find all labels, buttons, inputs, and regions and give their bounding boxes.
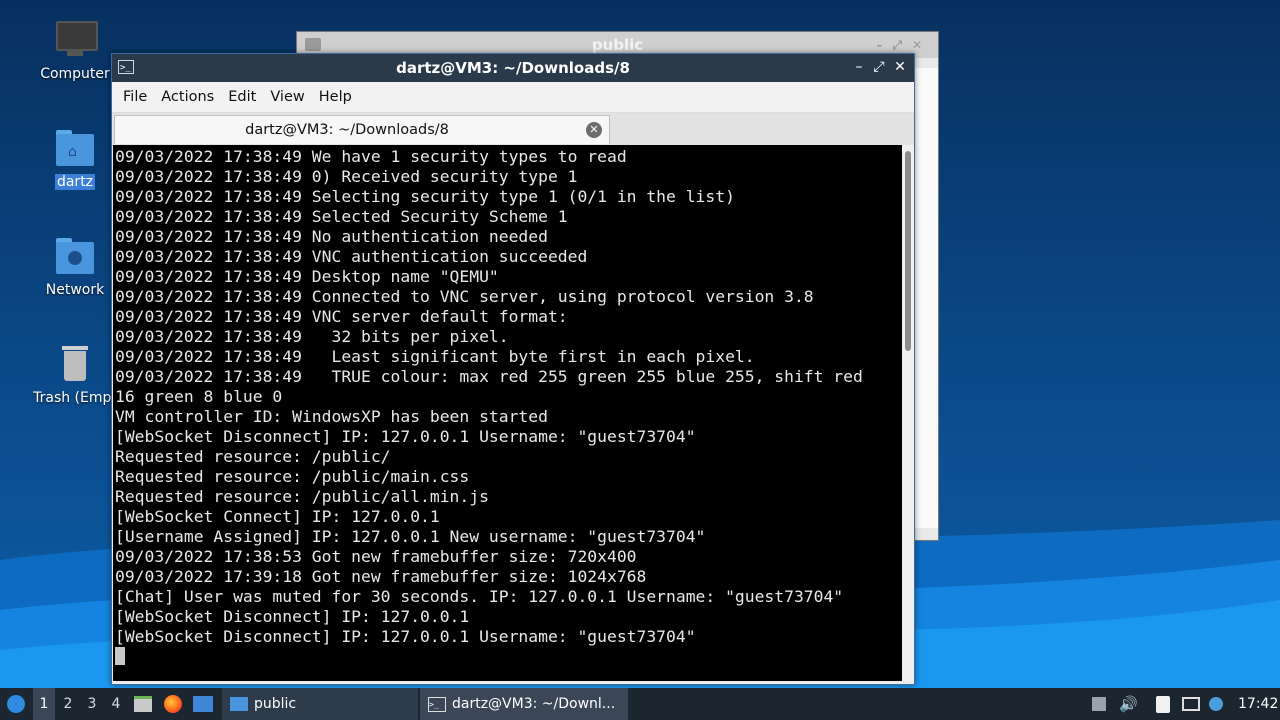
terminal-line: Requested resource: /public/ — [115, 447, 391, 466]
desktop-icon-label: Computer — [40, 66, 110, 82]
desktop-icon-label: Network — [45, 282, 105, 298]
terminal-line: 09/03/2022 17:38:49 Selected Security Sc… — [115, 207, 568, 226]
terminal-line: Requested resource: /public/main.css — [115, 467, 470, 486]
folder-icon — [230, 697, 248, 711]
terminal-line: 09/03/2022 17:38:49 VNC authentication s… — [115, 247, 588, 266]
terminal-icon: >_ — [428, 696, 446, 712]
desktop-icon-computer[interactable]: Computer — [30, 18, 120, 82]
menu-bar: File Actions Edit View Help — [112, 82, 914, 113]
file-manager-launcher[interactable] — [134, 688, 154, 720]
terminal-tab-label: dartz@VM3: ~/Downloads/8 — [245, 122, 449, 138]
menu-help[interactable]: Help — [312, 89, 359, 105]
workspace-2[interactable]: 2 — [57, 688, 79, 720]
close-tab-icon[interactable]: ✕ — [586, 122, 602, 138]
firefox-icon — [164, 695, 182, 713]
terminal-line: VM controller ID: WindowsXP has been sta… — [115, 407, 548, 426]
tab-bar: dartz@VM3: ~/Downloads/8 ✕ — [112, 113, 914, 146]
desktop-icon-label: dartz — [54, 174, 96, 190]
clipboard-icon[interactable] — [1156, 688, 1176, 720]
terminal-line: 16 green 8 blue 0 — [115, 387, 283, 406]
terminal-window[interactable]: >_ dartz@VM3: ~/Downloads/8 – ⤢ ✕ File A… — [111, 53, 915, 685]
file-manager-side-panel — [913, 68, 938, 528]
terminal-line: [Username Assigned] IP: 127.0.0.1 New us… — [115, 527, 706, 546]
network-tray-icon[interactable] — [1182, 688, 1204, 720]
tray-expand-icon[interactable] — [1092, 688, 1110, 720]
task-label: public — [254, 696, 297, 712]
network-folder-icon — [53, 234, 97, 278]
menu-edit[interactable]: Edit — [221, 89, 263, 105]
update-notifier-icon[interactable] — [1209, 688, 1229, 720]
task-terminal[interactable]: >_ dartz@VM3: ~/Downl... — [420, 688, 628, 720]
text-cursor — [115, 647, 125, 665]
folder-icon — [305, 38, 321, 51]
firefox-launcher[interactable] — [164, 688, 186, 720]
scrollbar-thumb[interactable] — [905, 151, 911, 351]
menu-view[interactable]: View — [263, 89, 311, 105]
file-manager-title: public — [591, 36, 644, 54]
terminal-line: [WebSocket Disconnect] IP: 127.0.0.1 — [115, 607, 470, 626]
volume-icon[interactable]: 🔊 — [1119, 688, 1139, 720]
terminal-line: 09/03/2022 17:38:49 We have 1 security t… — [115, 147, 627, 166]
terminal-output[interactable]: 09/03/2022 17:38:49 We have 1 security t… — [113, 145, 911, 681]
close-button[interactable]: ✕ — [891, 58, 909, 76]
terminal-line: 09/03/2022 17:38:53 Got new framebuffer … — [115, 547, 637, 566]
terminal-line: [WebSocket Disconnect] IP: 127.0.0.1 Use… — [115, 627, 696, 646]
terminal-titlebar[interactable]: >_ dartz@VM3: ~/Downloads/8 – ⤢ ✕ — [112, 54, 914, 82]
terminal-line: 09/03/2022 17:38:49 No authentication ne… — [115, 227, 548, 246]
minimize-button[interactable]: – — [850, 58, 868, 76]
app-menu-icon — [7, 695, 25, 713]
taskbar: 1 2 3 4 public >_ dartz@VM3: ~/Downl... 🔊… — [0, 688, 1280, 720]
terminal-line: 09/03/2022 17:38:49 VNC server default f… — [115, 307, 568, 326]
home-folder-icon: ⌂ — [53, 126, 97, 170]
terminal-line: 09/03/2022 17:38:49 Desktop name "QEMU" — [115, 267, 499, 286]
terminal-line: 09/03/2022 17:38:49 Selecting security t… — [115, 187, 735, 206]
terminal-line: 09/03/2022 17:38:49 Connected to VNC ser… — [115, 287, 814, 306]
workspace-3[interactable]: 3 — [81, 688, 103, 720]
terminal-text: 09/03/2022 17:38:49 We have 1 security t… — [113, 145, 911, 667]
workspace-1[interactable]: 1 — [33, 688, 55, 720]
terminal-line: [Chat] User was muted for 30 seconds. IP… — [115, 587, 844, 606]
trash-icon — [53, 342, 97, 386]
terminal-line: 09/03/2022 17:39:18 Got new framebuffer … — [115, 567, 647, 586]
task-label: dartz@VM3: ~/Downl... — [452, 696, 616, 712]
desktop-icon — [193, 696, 213, 712]
show-desktop-launcher[interactable] — [193, 688, 215, 720]
clock[interactable]: 17:42 — [1238, 688, 1278, 720]
maximize-button[interactable]: ⤢ — [870, 58, 888, 76]
terminal-line: 09/03/2022 17:38:49 Least significant by… — [115, 347, 755, 366]
terminal-line: [WebSocket Connect] IP: 127.0.0.1 — [115, 507, 440, 526]
terminal-line: 09/03/2022 17:38:49 TRUE colour: max red… — [115, 367, 863, 386]
terminal-line: 09/03/2022 17:38:49 0) Received security… — [115, 167, 578, 186]
terminal-line: [WebSocket Disconnect] IP: 127.0.0.1 Use… — [115, 427, 696, 446]
terminal-line: Requested resource: /public/all.min.js — [115, 487, 489, 506]
task-public[interactable]: public — [222, 688, 418, 720]
menu-file[interactable]: File — [116, 89, 154, 105]
computer-icon — [53, 18, 98, 62]
menu-actions[interactable]: Actions — [154, 89, 221, 105]
desktop-icon-label: Trash (Empt — [33, 390, 117, 406]
terminal-tab[interactable]: dartz@VM3: ~/Downloads/8 ✕ — [114, 115, 610, 144]
terminal-line: 09/03/2022 17:38:49 32 bits per pixel. — [115, 327, 509, 346]
desktop-icon-network[interactable]: Network — [30, 234, 120, 298]
terminal-title: dartz@VM3: ~/Downloads/8 — [396, 59, 630, 77]
vertical-scrollbar[interactable] — [902, 145, 914, 681]
file-manager-icon — [134, 696, 152, 712]
workspace-4[interactable]: 4 — [105, 688, 127, 720]
desktop-icon-trash[interactable]: Trash (Empt — [30, 342, 120, 406]
application-menu-button[interactable] — [5, 688, 27, 720]
desktop-icon-home[interactable]: ⌂ dartz — [30, 126, 120, 190]
